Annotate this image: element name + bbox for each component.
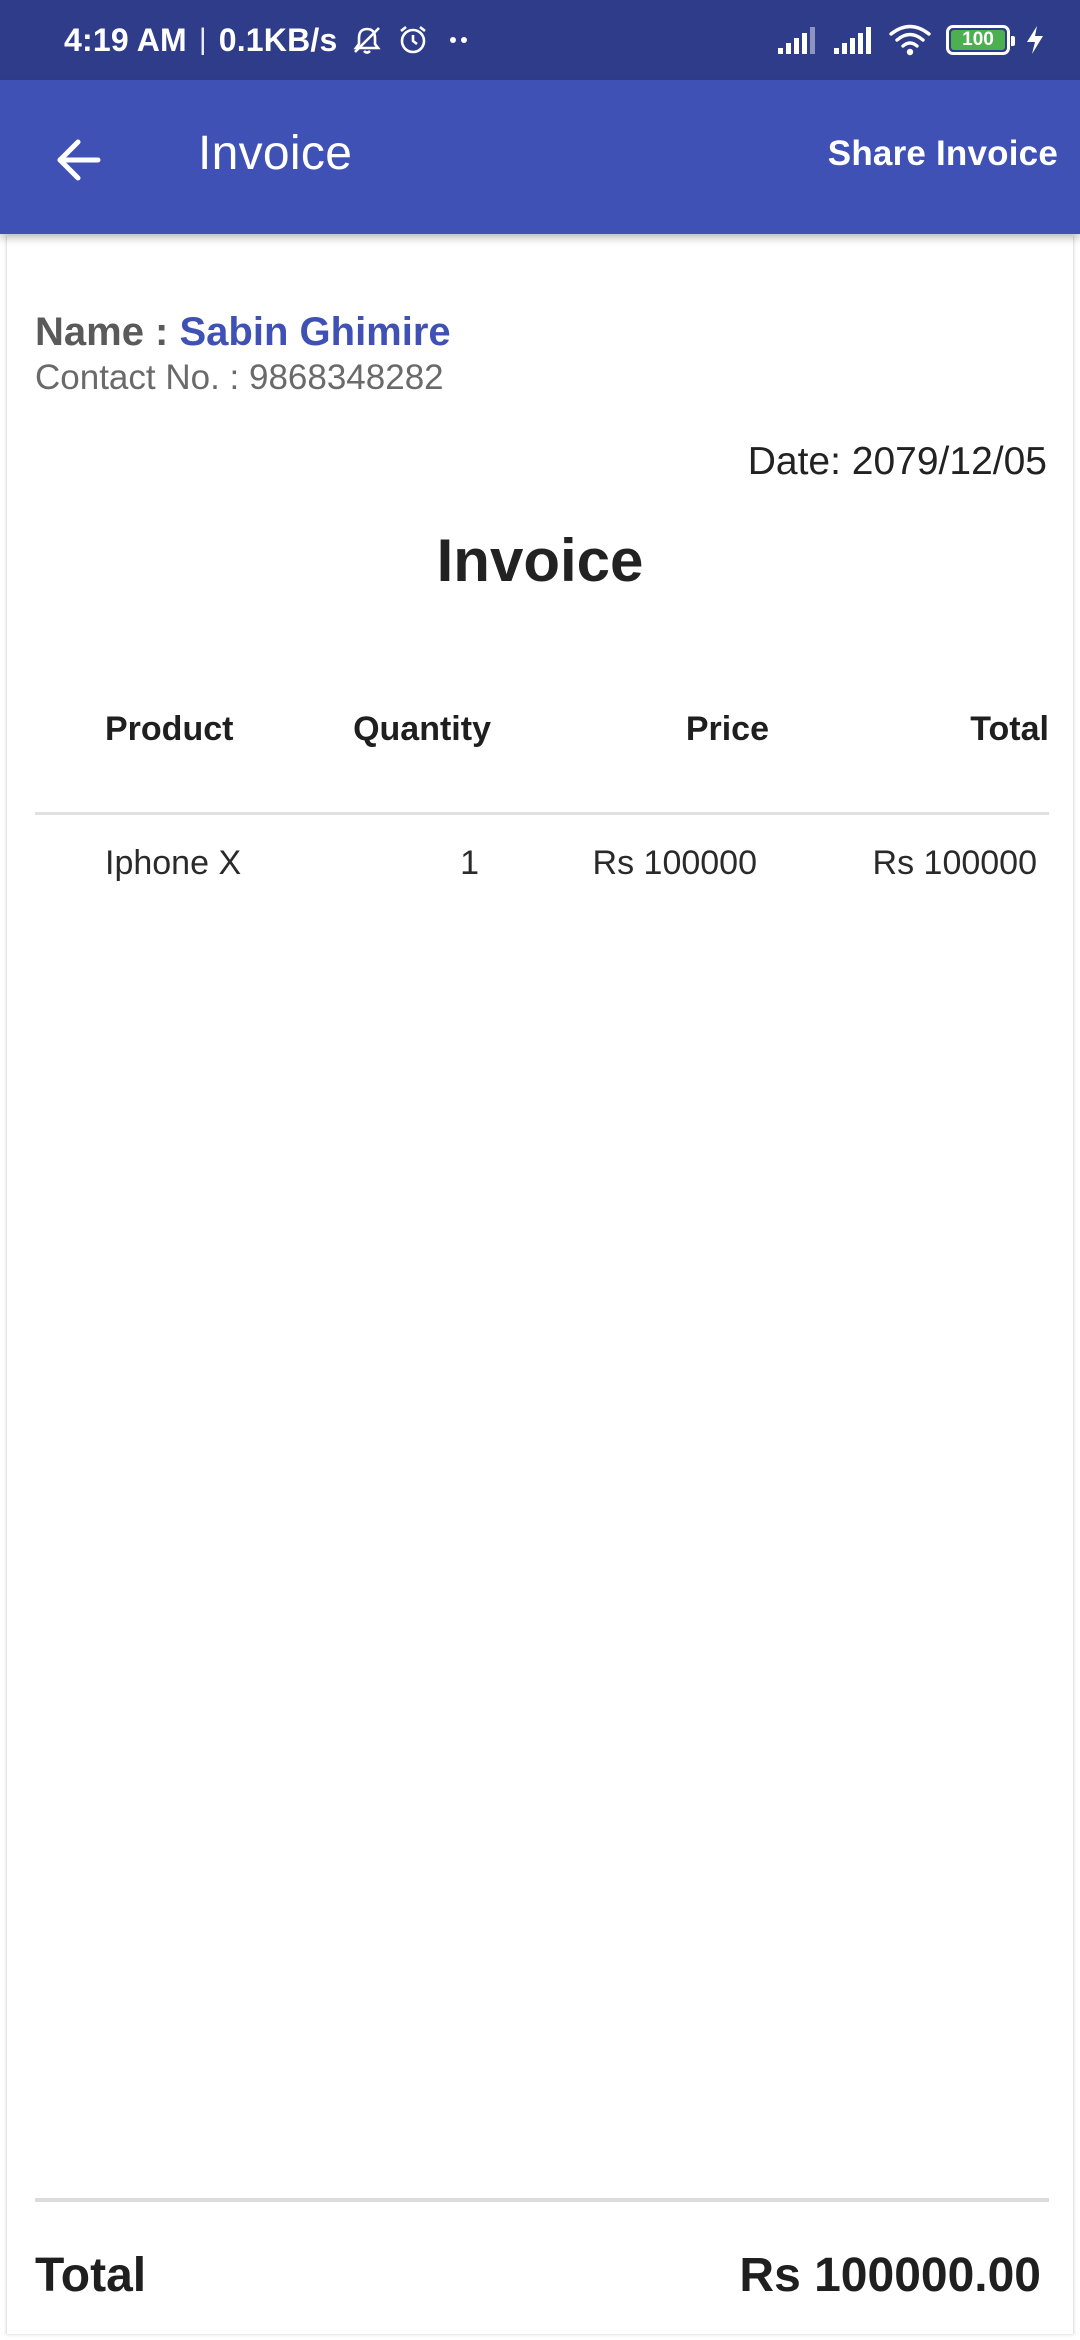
cell-product: Iphone X [105, 844, 242, 882]
customer-name-label: Name : [35, 310, 180, 354]
invoice-card: Name : Sabin Ghimire Contact No. : 98683… [6, 236, 1074, 2334]
more-dots-icon [442, 23, 476, 57]
charging-icon [1024, 24, 1046, 56]
mute-notifications-icon [350, 23, 384, 57]
battery-level: 100 [962, 29, 994, 50]
cell-total: Rs 100000 [872, 844, 1037, 882]
cell-quantity: 1 [460, 844, 479, 882]
customer-name: Sabin Ghimire [179, 310, 451, 354]
contact-line: Contact No. : 9868348282 [35, 358, 444, 398]
footer-divider [35, 2198, 1049, 2202]
network-speed: 0.1KB/s [218, 21, 338, 58]
table-header-divider [35, 812, 1049, 815]
status-separator: | [198, 23, 207, 56]
invoice-date: Date: 2079/12/05 [748, 440, 1047, 484]
date-value: 2079/12/05 [851, 440, 1047, 483]
column-header-product: Product [105, 710, 234, 748]
alarm-icon [396, 23, 430, 57]
invoice-heading: Invoice [436, 527, 644, 594]
arrow-back-icon [57, 139, 101, 181]
contact-number: 9868348282 [248, 358, 444, 397]
grand-total-value: Rs 100000.00 [739, 2249, 1041, 2302]
column-header-quantity: Quantity [353, 710, 491, 748]
back-button[interactable] [48, 130, 108, 190]
column-header-price: Price [685, 710, 769, 748]
signal-icon [832, 24, 874, 56]
signal-icon [776, 24, 818, 56]
app-bar: Invoice Share Invoice [0, 80, 1080, 234]
contact-label: Contact No. : [35, 358, 249, 397]
status-time: 4:19 AM [64, 21, 187, 58]
page-title: Invoice [198, 127, 353, 180]
column-header-total: Total [970, 710, 1049, 748]
share-invoice-button[interactable]: Share Invoice [828, 134, 1058, 174]
battery-icon: 100 [946, 25, 1015, 55]
status-left: 4:19 AM | 0.1KB/s [64, 22, 476, 59]
grand-total-label: Total [35, 2249, 147, 2302]
customer-name-line: Name : Sabin Ghimire [35, 310, 451, 355]
date-label: Date: [747, 440, 852, 483]
status-right: 100 [776, 23, 1046, 57]
status-bar: 4:19 AM | 0.1KB/s 100 [0, 0, 1080, 80]
cell-price: Rs 100000 [592, 844, 757, 882]
wifi-icon [888, 23, 932, 57]
